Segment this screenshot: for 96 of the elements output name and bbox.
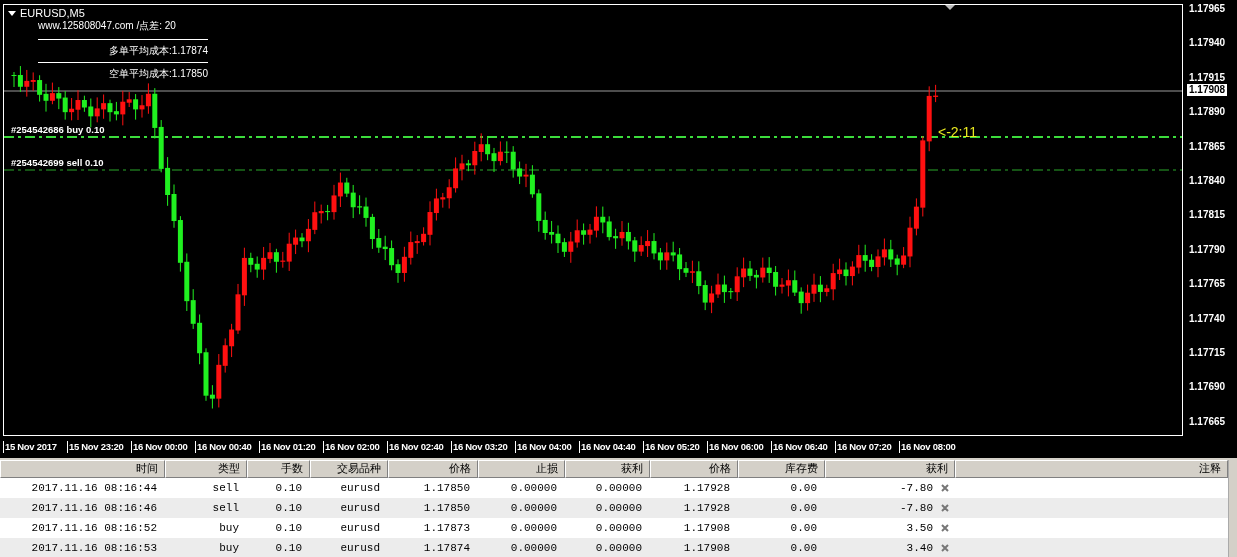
- table-cell-text: 2017.11.16 08:16:44: [30, 482, 158, 494]
- time-axis-label: 16 Nov 00:40: [195, 441, 259, 453]
- time-axis-label: 16 Nov 08:00: [899, 441, 963, 453]
- column-header[interactable]: 时间: [0, 460, 165, 478]
- time-axis-label: 16 Nov 02:40: [387, 441, 451, 453]
- table-cell-text: 0.10: [274, 502, 303, 514]
- table-cell-text: 1.17874: [422, 542, 471, 554]
- price-axis-label: 1.17740: [1189, 312, 1227, 325]
- price-axis-label: 1.17790: [1189, 243, 1227, 256]
- table-cell-text: 0.00: [789, 502, 818, 514]
- close-icon[interactable]: [941, 544, 949, 552]
- table-cell: -7.80: [900, 502, 933, 514]
- table-cell-text: buy: [218, 542, 240, 554]
- table-cell-text: eurusd: [339, 522, 381, 534]
- table-cell-text: eurusd: [339, 502, 381, 514]
- table-cell-text: 1.17850: [422, 482, 471, 494]
- table-cell-text: eurusd: [339, 482, 381, 494]
- table-cell-text: 0.00: [789, 482, 818, 494]
- time-axis-label: 16 Nov 04:40: [579, 441, 643, 453]
- table-cell-text: 1.17908: [682, 522, 731, 534]
- price-axis-label: 1.17715: [1189, 347, 1227, 360]
- table-cell-text: buy: [218, 522, 240, 534]
- price-axis-label: 1.17690: [1189, 381, 1227, 394]
- time-axis-label: 16 Nov 05:20: [643, 441, 707, 453]
- price-axis-label: 1.17915: [1189, 71, 1227, 84]
- table-cell-text: sell: [211, 502, 240, 514]
- price-axis-label: 1.17940: [1189, 37, 1227, 50]
- column-header[interactable]: 类型: [165, 460, 247, 478]
- trade-row[interactable]: 2017.11.16 08:16:53 buy 0.10 eurusd 1.17874 0.00000 0.00000 1.17908 0.00 3.40: [0, 538, 1228, 557]
- time-axis-label: 16 Nov 00:00: [131, 441, 195, 453]
- time-axis-label: 16 Nov 03:20: [451, 441, 515, 453]
- table-cell-text: 0.10: [274, 482, 303, 494]
- shift-marker-icon: [945, 5, 955, 10]
- price-axis-label: 1.17890: [1189, 106, 1227, 119]
- table-cell-text: 0.00000: [594, 542, 643, 554]
- time-axis-label: 16 Nov 06:40: [771, 441, 835, 453]
- price-axis-label: 1.17665: [1189, 415, 1227, 428]
- table-cell-text: sell: [211, 482, 240, 494]
- order-label: #254542686 buy 0.10: [11, 124, 105, 135]
- time-axis-label: 15 Nov 23:20: [67, 441, 131, 453]
- time-axis-label: 16 Nov 01:20: [259, 441, 323, 453]
- table-cell-text: 0.00: [789, 542, 818, 554]
- table-cell-text: eurusd: [339, 542, 381, 554]
- time-axis-label: 16 Nov 02:00: [323, 441, 387, 453]
- table-cell-text: 0.00000: [594, 482, 643, 494]
- price-axis-label: 1.17865: [1189, 140, 1227, 153]
- close-icon[interactable]: [941, 484, 949, 492]
- table-cell: 3.50: [906, 522, 933, 534]
- column-header[interactable]: 获利: [565, 460, 650, 478]
- table-cell-text: 0.00000: [509, 502, 558, 514]
- column-header[interactable]: 库存费: [738, 460, 825, 478]
- column-header[interactable]: 注释: [955, 460, 1228, 478]
- price-axis-label: 1.17815: [1189, 209, 1227, 222]
- average-cost-info: 空单平均成本:1.17850: [109, 67, 208, 81]
- column-header[interactable]: 手数: [247, 460, 310, 478]
- price-axis-label: 1.17965: [1189, 3, 1227, 15]
- close-icon[interactable]: [941, 524, 949, 532]
- time-axis-label: 16 Nov 06:00: [707, 441, 771, 453]
- table-cell-text: 1.17850: [422, 502, 471, 514]
- current-price-label: 1.17908: [1187, 84, 1228, 96]
- column-header[interactable]: 价格: [650, 460, 738, 478]
- table-cell-text: 0.10: [274, 542, 303, 554]
- table-cell-text: 2017.11.16 08:16:46: [30, 502, 158, 514]
- bar-countdown: <-2:11: [938, 124, 978, 140]
- spread-info: www.125808047.com /点差: 20: [38, 19, 176, 33]
- time-axis-label: 15 Nov 2017: [3, 441, 67, 453]
- price-axis-label: 1.17765: [1189, 278, 1227, 291]
- column-header[interactable]: 价格: [388, 460, 478, 478]
- table-cell: -7.80: [900, 482, 933, 494]
- column-header[interactable]: 获利: [825, 460, 955, 478]
- trade-row[interactable]: 2017.11.16 08:16:46 sell 0.10 eurusd 1.17850 0.00000 0.00000 1.17928 0.00 -7.80: [0, 498, 1228, 518]
- table-cell-text: 2017.11.16 08:16:53: [30, 542, 158, 554]
- table-cell-text: 0.10: [274, 522, 303, 534]
- table-cell-text: 1.17873: [422, 522, 471, 534]
- table-cell: 3.40: [906, 542, 933, 554]
- table-cell-text: 0.00000: [594, 522, 643, 534]
- table-cell-text: 1.17928: [682, 502, 731, 514]
- time-axis-label: 16 Nov 04:00: [515, 441, 579, 453]
- column-header[interactable]: 交易品种: [310, 460, 388, 478]
- dropdown-triangle-icon[interactable]: [8, 10, 16, 16]
- order-label: #254542699 sell 0.10: [11, 157, 104, 168]
- table-cell-text: 0.00000: [509, 522, 558, 534]
- close-icon[interactable]: [941, 504, 949, 512]
- table-cell-text: 2017.11.16 08:16:52: [30, 522, 158, 534]
- column-header[interactable]: 止损: [478, 460, 565, 478]
- table-cell-text: 0.00000: [509, 542, 558, 554]
- time-axis-label: 16 Nov 07:20: [835, 441, 899, 453]
- average-cost-info: 多单平均成本:1.17874: [109, 44, 208, 58]
- scrollbar[interactable]: [1228, 460, 1237, 557]
- table-cell-text: 0.00000: [594, 502, 643, 514]
- price-axis-label: 1.17840: [1189, 175, 1227, 188]
- table-cell-text: 0.00: [789, 522, 818, 534]
- chart-symbol-title: EURUSD,M5: [20, 7, 85, 19]
- table-cell-text: 1.17908: [682, 542, 731, 554]
- table-cell-text: 0.00000: [509, 482, 558, 494]
- table-cell-text: 1.17928: [682, 482, 731, 494]
